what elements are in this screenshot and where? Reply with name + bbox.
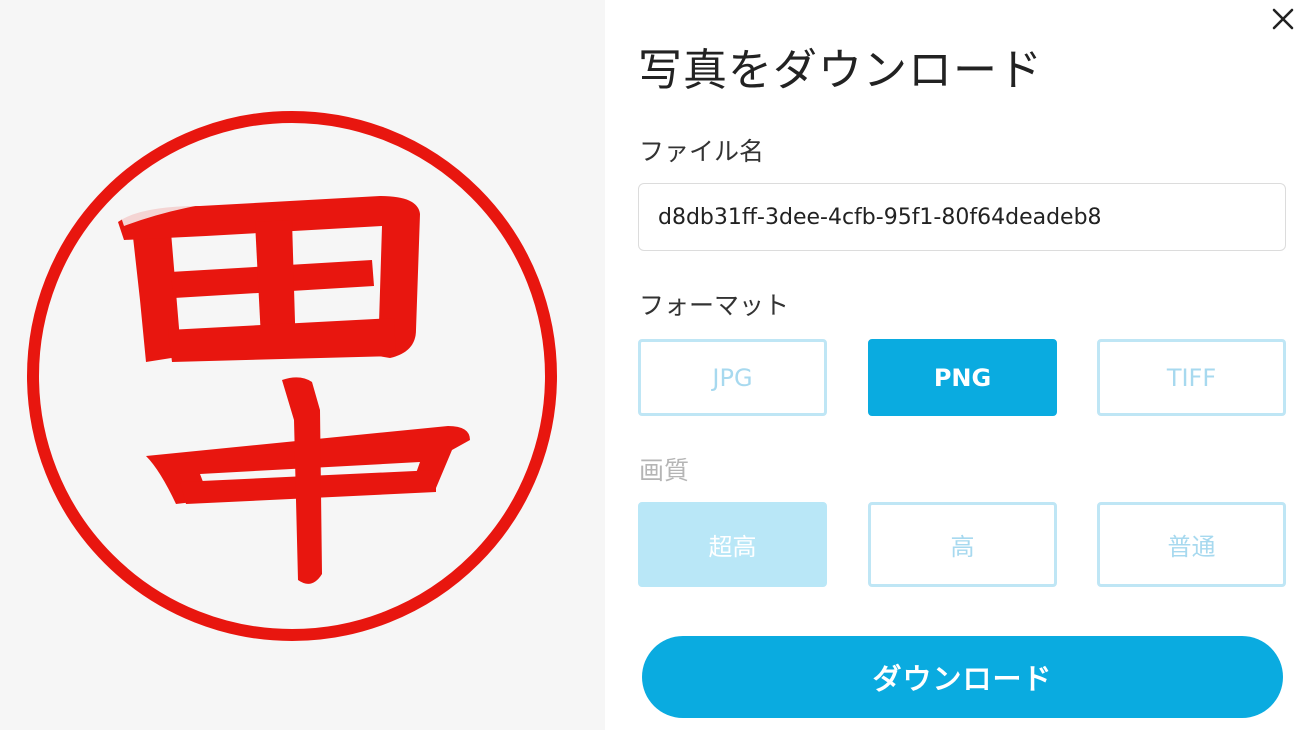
filename-label: ファイル名 bbox=[639, 137, 765, 166]
quality-option-high[interactable]: 高 bbox=[868, 502, 1057, 587]
download-button[interactable]: ダウンロード bbox=[642, 636, 1283, 718]
quality-label: 画質 bbox=[639, 456, 690, 485]
close-icon bbox=[1272, 8, 1294, 30]
stamp-char-ta bbox=[118, 196, 420, 362]
close-button[interactable] bbox=[1270, 6, 1296, 32]
dialog-title: 写真をダウンロード bbox=[638, 45, 1043, 96]
format-option-png[interactable]: PNG bbox=[868, 339, 1057, 416]
download-panel: 写真をダウンロード ファイル名 フォーマット JPG PNG TIFF 画質 超… bbox=[605, 0, 1303, 730]
quality-option-normal[interactable]: 普通 bbox=[1097, 502, 1286, 587]
stamp-preview bbox=[0, 0, 605, 730]
format-label: フォーマット bbox=[639, 291, 790, 320]
format-option-tiff[interactable]: TIFF bbox=[1097, 339, 1286, 416]
stamp-image bbox=[27, 111, 557, 641]
quality-option-super-high[interactable]: 超高 bbox=[638, 502, 827, 587]
download-dialog: 写真をダウンロード ファイル名 フォーマット JPG PNG TIFF 画質 超… bbox=[0, 0, 1303, 730]
stamp-char-naka bbox=[146, 377, 470, 584]
filename-input[interactable] bbox=[638, 183, 1286, 251]
format-option-jpg[interactable]: JPG bbox=[638, 339, 827, 416]
